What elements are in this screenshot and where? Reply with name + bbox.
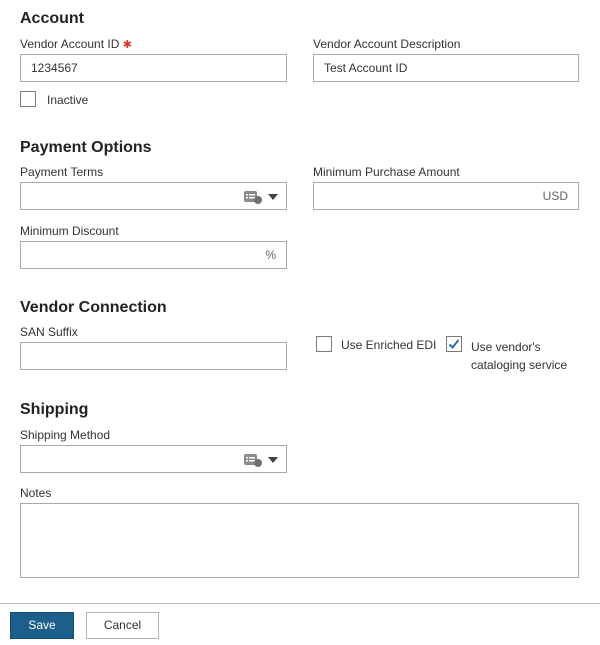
minimum-purchase-amount-input[interactable]: USD: [313, 182, 579, 210]
vendor-account-description-label: Vendor Account Description: [313, 37, 461, 51]
section-title-shipping: Shipping: [20, 401, 89, 418]
minimum-discount-label: Minimum Discount: [20, 224, 119, 238]
inactive-label: Inactive: [47, 93, 89, 107]
section-title-vendor-connection: Vendor Connection: [20, 299, 167, 316]
vendor-account-id-label: Vendor Account ID ✱: [20, 37, 132, 51]
inactive-checkbox[interactable]: [20, 91, 36, 107]
save-button[interactable]: Save: [10, 612, 74, 639]
chevron-down-icon[interactable]: [268, 193, 278, 200]
shipping-method-select[interactable]: [20, 445, 287, 473]
payment-terms-select[interactable]: [20, 182, 287, 210]
payment-terms-label: Payment Terms: [20, 165, 104, 179]
section-title-account: Account: [20, 10, 84, 27]
vendor-account-id-label-text: Vendor Account ID: [20, 37, 120, 51]
footer-divider: [0, 603, 600, 604]
shipping-method-label: Shipping Method: [20, 428, 111, 442]
required-asterisk-icon: ✱: [122, 39, 132, 51]
checkmark-icon: [448, 339, 460, 349]
vendor-account-id-value: 1234567: [31, 61, 78, 75]
minimum-purchase-amount-unit: USD: [542, 189, 568, 203]
shipping-method-controls: [244, 452, 278, 467]
use-enriched-edi-label: Use Enriched EDI: [341, 338, 437, 352]
vendor-account-description-value: Test Account ID: [324, 61, 408, 75]
san-suffix-label: SAN Suffix: [20, 325, 78, 339]
notes-textarea[interactable]: [20, 503, 579, 578]
vendor-account-id-input[interactable]: 1234567: [20, 54, 287, 82]
minimum-purchase-amount-label: Minimum Purchase Amount: [313, 165, 460, 179]
use-vendor-cataloging-checkbox[interactable]: [446, 336, 462, 352]
use-enriched-edi-checkbox[interactable]: [316, 336, 332, 352]
minimum-discount-unit: %: [265, 248, 276, 262]
payment-terms-controls: [244, 189, 278, 204]
minimum-discount-input[interactable]: %: [20, 241, 287, 269]
notes-label: Notes: [20, 486, 52, 500]
chevron-down-icon[interactable]: [268, 456, 278, 463]
lookup-list-icon[interactable]: [244, 189, 262, 204]
use-vendor-cataloging-label: Use vendor's cataloging service: [471, 338, 567, 374]
cancel-button[interactable]: Cancel: [86, 612, 159, 639]
san-suffix-input[interactable]: [20, 342, 287, 370]
lookup-list-icon[interactable]: [244, 452, 262, 467]
vendor-account-description-input[interactable]: Test Account ID: [313, 54, 579, 82]
use-vendor-cataloging-label-line2: cataloging service: [471, 358, 568, 372]
section-title-payment-options: Payment Options: [20, 139, 152, 156]
use-vendor-cataloging-label-line1: Use vendor's: [471, 340, 541, 354]
